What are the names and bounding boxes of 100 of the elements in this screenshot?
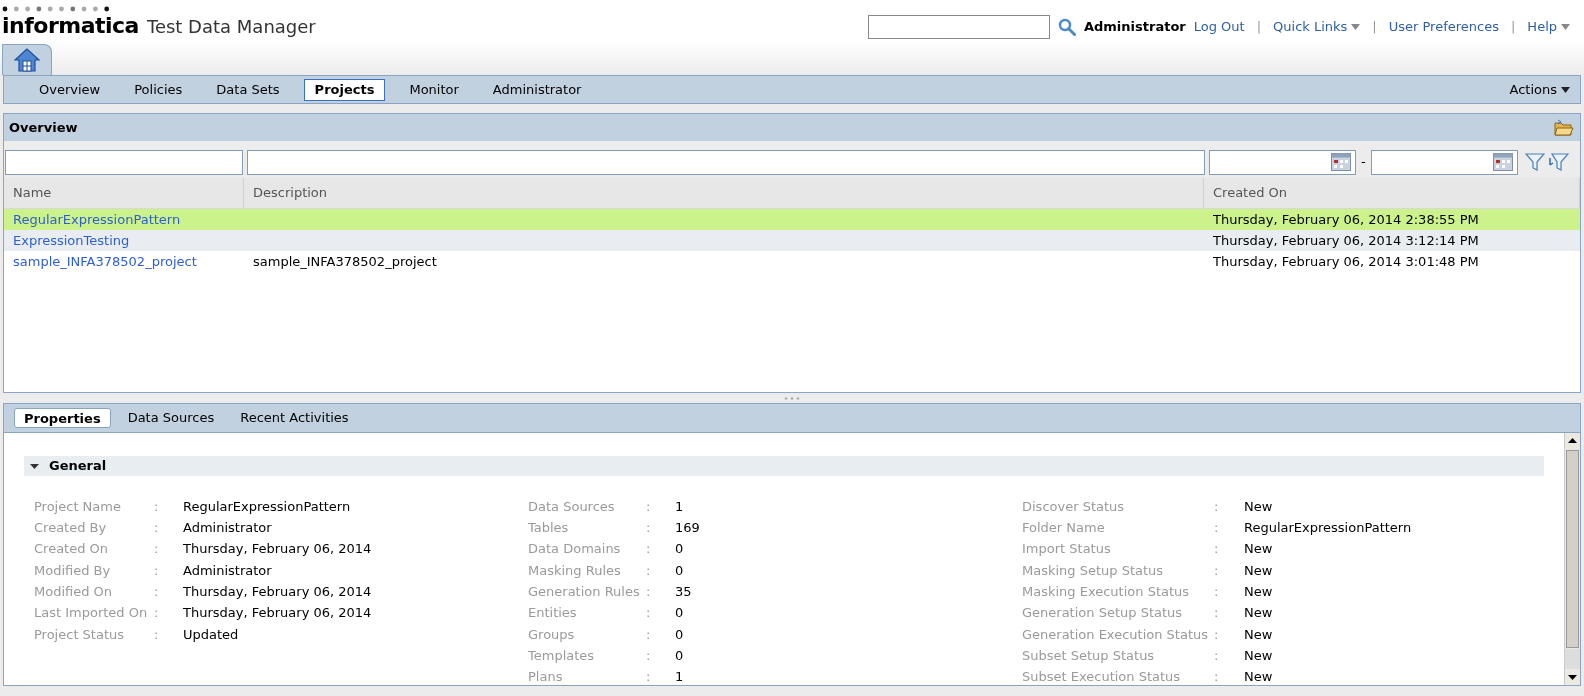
property-label: Plans bbox=[528, 668, 564, 685]
property-value: 1 bbox=[675, 497, 684, 516]
property-label: Import Status bbox=[1022, 540, 1112, 559]
link-separator: | bbox=[1255, 18, 1263, 37]
nav-tab[interactable]: Administrator bbox=[482, 78, 592, 101]
table-row[interactable]: RegularExpressionPattern Thursday, February 06, 2014 2:38:55 PM bbox=[4, 209, 1580, 230]
property-label: Subset Setup Status bbox=[1022, 646, 1156, 665]
search-field[interactable] bbox=[867, 15, 1050, 39]
caret-icon bbox=[1351, 24, 1361, 30]
header-link[interactable]: Help bbox=[1527, 17, 1570, 37]
column-header[interactable]: Description bbox=[244, 178, 1204, 208]
table-cell: sample_INFA378502_project bbox=[253, 253, 437, 269]
header-link[interactable]: Quick Links bbox=[1273, 17, 1361, 37]
detail-tab[interactable]: Properties bbox=[14, 408, 111, 428]
table-row[interactable]: ExpressionTesting Thursday, February 06, 2014 3:12:14 PM bbox=[4, 230, 1580, 251]
property-label: Entities bbox=[528, 604, 578, 623]
detail-tab[interactable]: Recent Activities bbox=[231, 408, 358, 428]
property-value: Thursday, February 06, 2014 bbox=[183, 540, 372, 559]
expanded-caret-icon bbox=[30, 461, 39, 471]
clear-filter-icon[interactable] bbox=[1548, 152, 1569, 172]
property-value: 0 bbox=[675, 540, 684, 559]
project-link[interactable]: sample_INFA378502_project bbox=[4, 251, 244, 272]
property-separator: : bbox=[1214, 646, 1220, 665]
property-separator: : bbox=[154, 519, 160, 538]
property-label: Generation Setup Status bbox=[1022, 604, 1184, 623]
property-separator: : bbox=[1214, 540, 1220, 559]
property-label: Data Domains bbox=[528, 540, 622, 559]
property-value: 0 bbox=[675, 561, 684, 580]
date-field[interactable] bbox=[1209, 149, 1356, 175]
property-separator: : bbox=[1214, 668, 1220, 685]
logo-text: informatica bbox=[2, 15, 139, 37]
property-value: New bbox=[1244, 497, 1273, 516]
vertical-scrollbar[interactable] bbox=[1564, 433, 1580, 685]
nav-tab[interactable]: Policies bbox=[124, 78, 193, 101]
property-label: Masking Rules bbox=[528, 561, 622, 580]
folder-icon[interactable] bbox=[1554, 118, 1574, 137]
property-separator: : bbox=[154, 583, 160, 602]
calendar-icon[interactable] bbox=[1331, 153, 1351, 171]
logo-dots-icon bbox=[2, 6, 110, 12]
project-link[interactable]: RegularExpressionPattern bbox=[4, 209, 244, 230]
property-label: Groups bbox=[528, 625, 576, 644]
section-header[interactable]: General bbox=[24, 456, 1544, 476]
caret-icon bbox=[1561, 24, 1570, 30]
user-name: Administrator bbox=[1083, 18, 1186, 37]
column-header[interactable]: Created On bbox=[1204, 178, 1580, 208]
nav-tab[interactable]: Monitor bbox=[399, 78, 469, 101]
actions-menu[interactable]: Actions bbox=[1509, 79, 1570, 100]
header-link[interactable]: User Preferences bbox=[1388, 17, 1499, 37]
property-separator: : bbox=[646, 540, 652, 559]
property-label: Modified By bbox=[34, 561, 112, 580]
property-label: Folder Name bbox=[1022, 519, 1106, 538]
property-label: Tables bbox=[528, 519, 570, 538]
property-value: 0 bbox=[675, 625, 684, 644]
property-label: Discover Status bbox=[1022, 497, 1126, 516]
property-label: Subset Execution Status bbox=[1022, 668, 1182, 685]
scroll-down-icon[interactable] bbox=[1565, 669, 1580, 685]
property-value: Thursday, February 06, 2014 bbox=[183, 604, 372, 623]
column-header[interactable]: Name bbox=[4, 178, 244, 208]
nav-tab[interactable]: Projects bbox=[303, 78, 386, 101]
property-label: Last Imported On bbox=[34, 604, 149, 623]
scrollbar-thumb[interactable] bbox=[1566, 450, 1579, 648]
nav-tab[interactable]: Data Sets bbox=[206, 78, 290, 101]
property-label: Modified On bbox=[34, 583, 114, 602]
property-separator: : bbox=[646, 519, 652, 538]
property-value: Updated bbox=[183, 625, 239, 644]
property-separator: : bbox=[646, 625, 652, 644]
detail-tab[interactable]: Data Sources bbox=[118, 408, 224, 428]
property-label: Created By bbox=[34, 519, 108, 538]
property-separator: : bbox=[1214, 561, 1220, 580]
scroll-up-icon[interactable] bbox=[1565, 433, 1580, 449]
caret-icon bbox=[1561, 86, 1570, 93]
filter-icon[interactable] bbox=[1524, 152, 1545, 172]
description-filter-field[interactable] bbox=[247, 149, 1205, 175]
date-field[interactable] bbox=[1370, 149, 1518, 175]
property-value: 0 bbox=[675, 646, 684, 665]
home-tab[interactable] bbox=[2, 44, 52, 75]
nav-tab[interactable]: Overview bbox=[29, 78, 111, 101]
property-separator: : bbox=[1214, 497, 1220, 516]
property-separator: : bbox=[646, 583, 652, 602]
property-value: 35 bbox=[675, 583, 692, 602]
property-value: 0 bbox=[675, 604, 684, 623]
header-link[interactable]: Log Out bbox=[1193, 17, 1245, 37]
home-icon bbox=[14, 48, 40, 72]
property-separator: : bbox=[1214, 519, 1220, 538]
name-filter-field[interactable] bbox=[5, 149, 243, 175]
property-label: Generation Execution Status bbox=[1022, 625, 1209, 644]
property-separator: : bbox=[1214, 604, 1220, 623]
property-separator: : bbox=[154, 625, 160, 644]
table-cell-text: Thursday, February 06, 2014 2:38:55 PM bbox=[1212, 210, 1480, 229]
property-separator: : bbox=[1214, 625, 1220, 644]
link-separator: | bbox=[1371, 18, 1378, 37]
property-separator: : bbox=[646, 604, 652, 623]
property-separator: : bbox=[154, 604, 160, 623]
property-value: Administrator bbox=[183, 561, 272, 580]
search-icon[interactable] bbox=[1057, 18, 1076, 36]
property-separator: : bbox=[154, 540, 160, 559]
splitter-handle-icon[interactable] bbox=[783, 396, 801, 400]
project-link[interactable]: ExpressionTesting bbox=[4, 230, 244, 251]
calendar-icon[interactable] bbox=[1492, 153, 1513, 171]
property-separator: : bbox=[1214, 583, 1220, 602]
